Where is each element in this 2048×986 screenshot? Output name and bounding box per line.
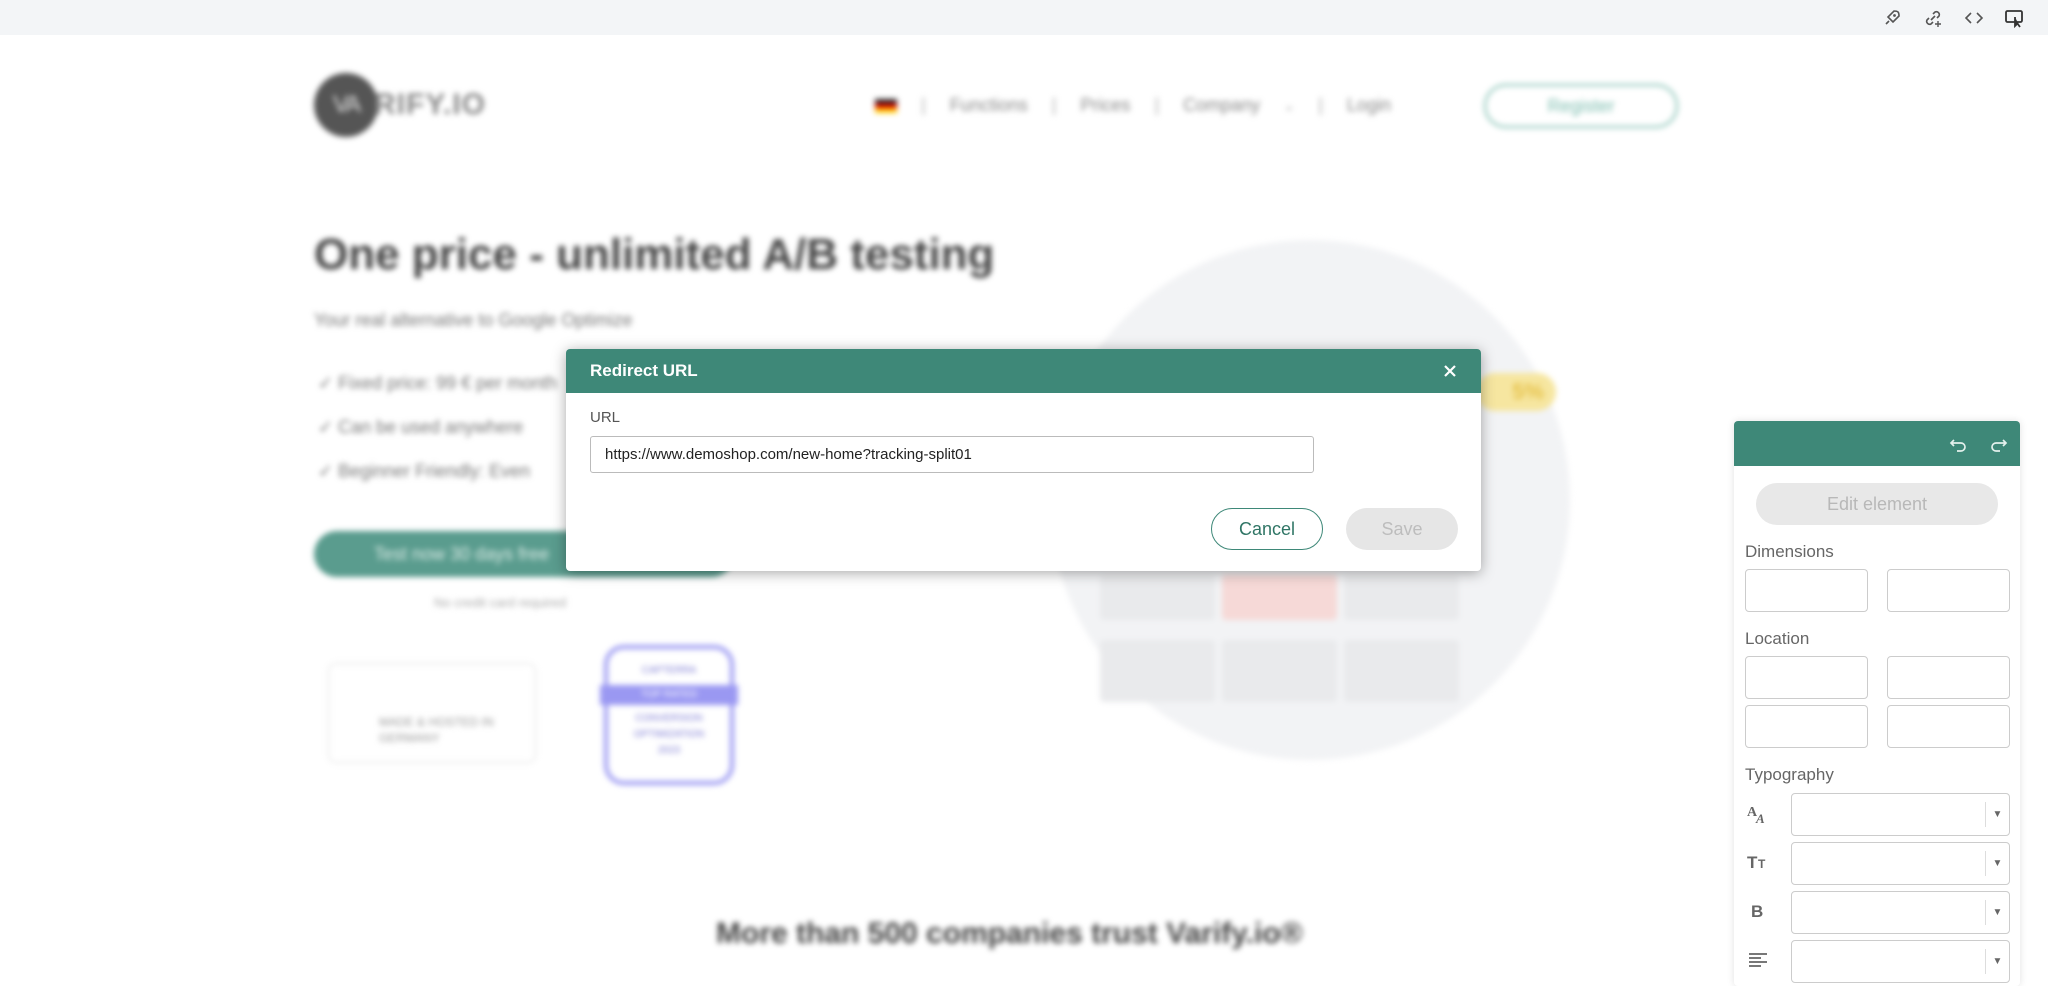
register-button: Register [1484, 84, 1678, 128]
logo-mark: VA [314, 73, 378, 137]
top-field[interactable] [1745, 656, 1868, 699]
chevron-down-icon: ⌄ [1284, 98, 1295, 113]
text-align-select[interactable]: ▼ [1791, 940, 2010, 983]
font-weight-select[interactable]: ▼ [1791, 891, 2010, 934]
logo-text: RIFY.IO [374, 88, 487, 121]
caret-down-icon: ▼ [1985, 900, 2009, 925]
height-field[interactable] [1887, 569, 2010, 612]
cta-note: No credit card required [434, 595, 567, 610]
hero-title: One price - unlimited A/B testing [314, 230, 995, 279]
element-properties-panel: Edit element Dimensions Location Typogra… [1734, 421, 2020, 986]
svg-text:T: T [1758, 857, 1766, 871]
site-nav: | Functions | Prices | Company ⌄ | Login [875, 95, 1391, 116]
nav-functions: Functions [949, 95, 1028, 115]
add-link-icon[interactable] [1921, 6, 1945, 30]
made-in-germany-badge: MADE & HOSTED IN GERMANY [328, 663, 536, 763]
save-button[interactable]: Save [1346, 508, 1458, 550]
bold-icon: B [1744, 897, 1772, 925]
right-field[interactable] [1887, 656, 2010, 699]
url-label: URL [590, 409, 621, 426]
font-family-icon: AA [1744, 799, 1772, 827]
font-size-icon: TT [1744, 848, 1772, 876]
mock-card [1222, 575, 1337, 620]
code-icon[interactable] [1962, 6, 1986, 30]
panel-header [1734, 421, 2020, 466]
undo-icon[interactable] [1945, 431, 1971, 457]
cancel-button[interactable]: Cancel [1211, 508, 1323, 550]
german-flag-icon [875, 98, 897, 113]
mock-card [1344, 640, 1459, 702]
bullet-item: ✓ Fixed price: 99 € per month [318, 373, 558, 393]
nav-prices: Prices [1080, 95, 1131, 115]
varify-logo: VA RIFY.IO [314, 73, 486, 137]
mock-card [1100, 640, 1215, 702]
mock-card [1100, 575, 1215, 620]
bullet-item: ✓ Beginner Friendly: Even [318, 461, 531, 481]
mock-card [1344, 575, 1459, 620]
svg-text:T: T [1747, 853, 1758, 872]
svg-text:B: B [1751, 902, 1763, 921]
editor-top-bar [0, 0, 2048, 35]
edit-element-button[interactable]: Edit element [1756, 483, 1998, 525]
nav-company: Company [1183, 95, 1261, 115]
bullet-item: ✓ Can be used anywhere [318, 417, 524, 437]
url-input[interactable] [590, 436, 1314, 473]
width-field[interactable] [1745, 569, 1868, 612]
rocket-icon[interactable] [1880, 6, 1904, 30]
redirect-url-dialog: Redirect URL URL Cancel Save [566, 349, 1481, 571]
svg-text:A: A [1755, 811, 1765, 824]
nav-login: Login [1346, 95, 1391, 115]
caret-down-icon: ▼ [1985, 851, 2009, 876]
redo-icon[interactable] [1986, 431, 2012, 457]
preview-icon[interactable] [2002, 6, 2026, 30]
location-label: Location [1745, 629, 1810, 648]
caret-down-icon: ▼ [1985, 949, 2009, 974]
dimensions-label: Dimensions [1745, 542, 1834, 561]
font-family-select[interactable]: ▼ [1791, 793, 2010, 836]
dialog-title: Redirect URL [590, 361, 698, 380]
close-icon[interactable] [1437, 358, 1463, 384]
capterra-badge: CAPTERRA TOP RATED CONVERSION OPTIMIZATI… [600, 645, 738, 785]
dialog-header: Redirect URL [566, 349, 1481, 393]
typography-label: Typography [1745, 765, 1834, 784]
font-size-select[interactable]: ▼ [1791, 842, 2010, 885]
trust-heading: More than 500 companies trust Varify.io® [716, 917, 1303, 950]
bottom-field[interactable] [1745, 705, 1868, 748]
text-align-icon [1744, 946, 1772, 974]
percent-badge: 5% [1476, 373, 1556, 411]
mock-card [1222, 640, 1337, 702]
hero-subtitle: Your real alternative to Google Optimize [314, 310, 633, 330]
caret-down-icon: ▼ [1985, 802, 2009, 827]
left-field[interactable] [1887, 705, 2010, 748]
